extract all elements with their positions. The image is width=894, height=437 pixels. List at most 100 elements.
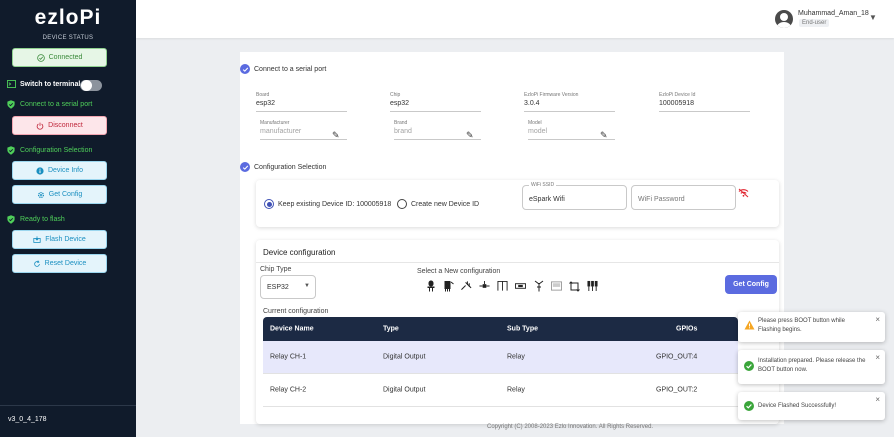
close-icon[interactable]: × xyxy=(875,315,880,324)
toast-message: Installation prepared. Please release th… xyxy=(758,358,866,373)
create-new-label: Create new Device ID xyxy=(411,200,480,208)
swap-arrows-icon[interactable] xyxy=(569,280,580,292)
device-id-value: 100005918 xyxy=(659,100,750,112)
table-row[interactable]: Relay CH-1 Digital Output Relay GPIO_OUT… xyxy=(263,341,738,374)
section-config: Configuration Selection xyxy=(7,146,92,155)
toast-message: Device Flashed Successfully! xyxy=(758,403,837,409)
flash-device-label: Flash Device xyxy=(45,236,86,243)
create-new-radio[interactable]: Create new Device ID xyxy=(397,199,479,209)
radio-selected-icon[interactable] xyxy=(264,199,274,209)
table-cell: GPIO_OUT:4 xyxy=(656,353,698,361)
get-config-button[interactable]: Get Config xyxy=(725,275,777,294)
shield-check-icon xyxy=(7,215,15,224)
wifi-password-input[interactable]: WiFi Password xyxy=(631,185,736,210)
table-row[interactable]: Relay CH-2 Digital Output Relay GPIO_OUT… xyxy=(263,374,738,407)
keep-existing-label: Keep existing Device ID: 100005918 xyxy=(278,200,392,208)
get-config-sidebar-button[interactable]: Get Config xyxy=(12,185,107,204)
wifi-off-icon[interactable] xyxy=(738,185,749,203)
device-id-field: EzloPi Device Id 100005918 xyxy=(659,92,750,112)
table-cell: GPIO_OUT:2 xyxy=(656,386,698,394)
flash-device-button[interactable]: Flash Device xyxy=(12,230,107,249)
button-module-icon[interactable] xyxy=(515,280,526,292)
firmware-label: EzloPi Firmware Version xyxy=(524,92,579,98)
table-header: Device Name Type Sub Type GPIOs xyxy=(263,317,738,341)
wifi-ssid-value: eSpark Wifi xyxy=(529,196,565,203)
info-icon xyxy=(36,166,44,175)
relay-icon[interactable] xyxy=(443,280,454,292)
username[interactable]: Muhammad_Aman_18 xyxy=(798,10,869,17)
radio-unselected-icon[interactable] xyxy=(397,199,407,209)
edit-manufacturer-icon[interactable]: ✎ xyxy=(332,130,340,141)
chevron-down-icon[interactable]: ▼ xyxy=(869,13,877,22)
potentiometer-icon[interactable] xyxy=(479,280,490,292)
get-config-sidebar-label: Get Config xyxy=(48,191,83,198)
connected-label: Connected xyxy=(48,54,83,61)
flash-icon xyxy=(33,235,41,243)
edit-brand-icon[interactable]: ✎ xyxy=(466,130,474,141)
switch-terminal-label: Switch to terminal xyxy=(20,80,81,88)
edit-model-icon[interactable]: ✎ xyxy=(600,130,608,141)
section-flash: Ready to flash xyxy=(7,215,65,224)
chip-field: Chip esp32 xyxy=(390,92,481,112)
step-serial-title: Connect to a serial port xyxy=(254,65,327,73)
close-icon[interactable]: × xyxy=(875,353,880,362)
terminal-icon xyxy=(7,80,16,88)
chip-type-label: Chip Type xyxy=(260,266,292,273)
power-icon xyxy=(36,122,44,130)
section-flash-label: Ready to flash xyxy=(20,216,65,223)
section-config-label: Configuration Selection xyxy=(20,147,93,154)
device-info-button[interactable]: Device Info xyxy=(12,161,107,180)
device-info-label: Device Info xyxy=(47,167,84,174)
chip-type-select[interactable]: ESP32 ▼ xyxy=(260,275,316,299)
wifi-ssid-label: WiFi SSID xyxy=(529,182,557,188)
reset-icon xyxy=(33,259,40,267)
close-icon[interactable]: × xyxy=(875,395,880,404)
board-value: esp32 xyxy=(256,100,347,112)
disconnect-button[interactable]: Disconnect xyxy=(12,116,107,135)
sensor-probe-icon[interactable] xyxy=(461,280,472,292)
device-status-label: DEVICE STATUS xyxy=(42,35,94,41)
avatar[interactable] xyxy=(775,10,793,28)
keep-existing-radio[interactable]: Keep existing Device ID: 100005918 xyxy=(264,199,391,209)
toast-message: Please press BOOT button while Flashing … xyxy=(758,318,845,333)
chip-value: esp32 xyxy=(390,100,481,112)
new-config-label: Select a New configuration xyxy=(417,268,501,275)
device-id-label: EzloPi Device Id xyxy=(659,92,696,98)
warning-icon xyxy=(744,320,755,330)
current-config-table: Device Name Type Sub Type GPIOs Relay CH… xyxy=(263,317,738,407)
wifi-ssid-input[interactable]: WiFi SSID eSpark Wifi xyxy=(522,182,627,210)
shield-check-icon xyxy=(7,146,15,155)
board-label: Board xyxy=(256,92,270,98)
led-icon[interactable] xyxy=(425,280,436,292)
connected-status-button[interactable]: Connected xyxy=(12,48,107,67)
sidebar: ezloPi DEVICE STATUS Connected Switch to… xyxy=(0,0,136,437)
section-serial-port: Connect to a serial port xyxy=(7,100,92,109)
column-header: Sub Type xyxy=(507,325,538,333)
manufacturer-label: Manufacturer xyxy=(260,120,290,126)
toast-success: Installation prepared. Please release th… xyxy=(738,350,885,384)
reset-device-button[interactable]: Reset Device xyxy=(12,254,107,273)
terminal-toggle[interactable] xyxy=(80,80,102,91)
table-cell: Relay CH-2 xyxy=(270,386,307,394)
multi-pin-icon[interactable] xyxy=(587,280,598,292)
step-config-title: Configuration Selection xyxy=(254,163,327,171)
user-role-badge: End-user xyxy=(799,19,830,27)
sidebar-divider xyxy=(0,405,136,406)
check-circle-icon xyxy=(744,401,754,411)
display-module-icon[interactable] xyxy=(551,280,562,292)
step-config-selection: Configuration Selection xyxy=(240,162,326,172)
model-label: Model xyxy=(528,120,542,126)
switch-icon[interactable] xyxy=(497,280,508,292)
gear-icon xyxy=(37,191,44,198)
table-cell: Relay CH-1 xyxy=(270,353,307,361)
antenna-icon[interactable] xyxy=(533,280,544,292)
table-cell: Digital Output xyxy=(383,353,426,361)
table-cell: Relay xyxy=(507,386,525,394)
version-label: v3_0_4_178 xyxy=(8,416,47,423)
section-serial-label: Connect to a serial port xyxy=(20,101,93,108)
firmware-field: EzloPi Firmware Version 3.0.4 xyxy=(524,92,615,112)
check-circle-icon xyxy=(240,64,250,74)
table-cell: Relay xyxy=(507,353,525,361)
chip-label: Chip xyxy=(390,92,401,98)
board-field: Board esp32 xyxy=(256,92,347,112)
